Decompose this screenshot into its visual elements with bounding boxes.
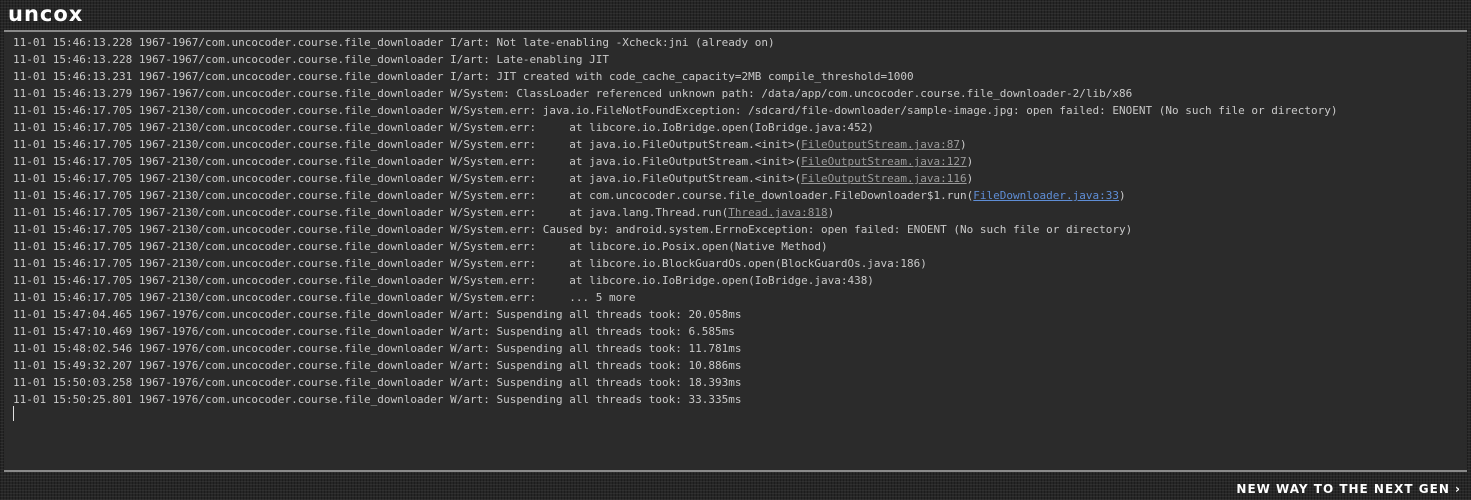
source-link[interactable]: FileOutputStream.java:127 xyxy=(801,155,967,168)
log-line-text: 11-01 15:46:17.705 1967-2130/com.uncocod… xyxy=(13,274,874,287)
log-line: 11-01 15:46:17.705 1967-2130/com.uncocod… xyxy=(13,289,1338,306)
log-line: 11-01 15:46:13.279 1967-1967/com.uncocod… xyxy=(13,85,1338,102)
log-line-text: 11-01 15:46:13.231 1967-1967/com.uncocod… xyxy=(13,70,914,83)
log-line: 11-01 15:46:17.705 1967-2130/com.uncocod… xyxy=(13,204,1338,221)
log-line: 11-01 15:46:17.705 1967-2130/com.uncocod… xyxy=(13,272,1338,289)
log-line: 11-01 15:46:17.705 1967-2130/com.uncocod… xyxy=(13,119,1338,136)
source-link[interactable]: FileOutputStream.java:116 xyxy=(801,172,967,185)
log-line-text: 11-01 15:50:25.801 1967-1976/com.uncocod… xyxy=(13,393,742,406)
log-line-text: 11-01 15:46:17.705 1967-2130/com.uncocod… xyxy=(13,291,636,304)
tagline: NEW WAY TO THE NEXT GEN › xyxy=(1236,482,1461,496)
source-link[interactable]: Thread.java:818 xyxy=(728,206,827,219)
log-line-suffix: ) xyxy=(827,206,835,219)
log-line: 11-01 15:50:25.801 1967-1976/com.uncocod… xyxy=(13,391,1338,408)
source-link[interactable]: FileDownloader.java:33 xyxy=(973,189,1119,202)
log-line-text: 11-01 15:46:17.705 1967-2130/com.uncocod… xyxy=(13,206,729,219)
log-line-text: 11-01 15:46:17.705 1967-2130/com.uncocod… xyxy=(13,172,802,185)
log-line-text: 11-01 15:47:04.465 1967-1976/com.uncocod… xyxy=(13,308,742,321)
log-line: 11-01 15:46:17.705 1967-2130/com.uncocod… xyxy=(13,255,1338,272)
log-line-text: 11-01 15:50:03.258 1967-1976/com.uncocod… xyxy=(13,376,742,389)
log-line-text: 11-01 15:46:13.228 1967-1967/com.uncocod… xyxy=(13,53,610,66)
log-line: 11-01 15:46:17.705 1967-2130/com.uncocod… xyxy=(13,187,1338,204)
app-frame: uncox 11-01 15:46:13.228 1967-1967/com.u… xyxy=(0,0,1471,500)
log-line: 11-01 15:46:17.705 1967-2130/com.uncocod… xyxy=(13,238,1338,255)
log-line: 11-01 15:46:17.705 1967-2130/com.uncocod… xyxy=(13,221,1338,238)
log-line-text: 11-01 15:46:17.705 1967-2130/com.uncocod… xyxy=(13,257,927,270)
log-line: 11-01 15:47:04.465 1967-1976/com.uncocod… xyxy=(13,306,1338,323)
log-line-suffix: ) xyxy=(966,172,974,185)
log-line: 11-01 15:50:03.258 1967-1976/com.uncocod… xyxy=(13,374,1338,391)
log-line-text: 11-01 15:46:13.228 1967-1967/com.uncocod… xyxy=(13,36,775,49)
log-line: 11-01 15:46:13.228 1967-1967/com.uncocod… xyxy=(13,34,1338,51)
log-line-text: 11-01 15:46:17.705 1967-2130/com.uncocod… xyxy=(13,121,874,134)
log-line: 11-01 15:46:13.228 1967-1967/com.uncocod… xyxy=(13,51,1338,68)
header-bar: uncox xyxy=(0,0,1471,28)
log-line: 11-01 15:46:17.705 1967-2130/com.uncocod… xyxy=(13,170,1338,187)
uncox-logo: uncox xyxy=(8,2,84,26)
log-line-text: 11-01 15:46:17.705 1967-2130/com.uncocod… xyxy=(13,240,828,253)
log-lines: 11-01 15:46:13.228 1967-1967/com.uncocod… xyxy=(13,34,1338,408)
log-line-text: 11-01 15:46:17.705 1967-2130/com.uncocod… xyxy=(13,104,1338,117)
log-line: 11-01 15:47:10.469 1967-1976/com.uncocod… xyxy=(13,323,1338,340)
log-line-text: 11-01 15:48:02.546 1967-1976/com.uncocod… xyxy=(13,342,742,355)
source-link[interactable]: FileOutputStream.java:87 xyxy=(801,138,960,151)
log-line: 11-01 15:46:17.705 1967-2130/com.uncocod… xyxy=(13,136,1338,153)
log-line: 11-01 15:46:17.705 1967-2130/com.uncocod… xyxy=(13,153,1338,170)
log-line-text: 11-01 15:47:10.469 1967-1976/com.uncocod… xyxy=(13,325,735,338)
log-line-text: 11-01 15:46:17.705 1967-2130/com.uncocod… xyxy=(13,223,1133,236)
log-line-text: 11-01 15:46:17.705 1967-2130/com.uncocod… xyxy=(13,155,802,168)
log-line-suffix: ) xyxy=(960,138,967,151)
log-line-suffix: ) xyxy=(966,155,974,168)
footer-bar: NEW WAY TO THE NEXT GEN › xyxy=(0,474,1471,500)
text-caret xyxy=(13,406,14,421)
log-line: 11-01 15:49:32.207 1967-1976/com.uncocod… xyxy=(13,357,1338,374)
logcat-console[interactable]: 11-01 15:46:13.228 1967-1967/com.uncocod… xyxy=(4,30,1467,472)
log-line-text: 11-01 15:49:32.207 1967-1976/com.uncocod… xyxy=(13,359,742,372)
log-line: 11-01 15:46:13.231 1967-1967/com.uncocod… xyxy=(13,68,1338,85)
log-line-suffix: ) xyxy=(1118,189,1126,202)
log-line-text: 11-01 15:46:17.705 1967-2130/com.uncocod… xyxy=(13,138,802,151)
log-line: 11-01 15:46:17.705 1967-2130/com.uncocod… xyxy=(13,102,1338,119)
log-line: 11-01 15:48:02.546 1967-1976/com.uncocod… xyxy=(13,340,1338,357)
log-line-text: 11-01 15:46:17.705 1967-2130/com.uncocod… xyxy=(13,189,974,202)
log-line-text: 11-01 15:46:13.279 1967-1967/com.uncocod… xyxy=(13,87,1133,100)
